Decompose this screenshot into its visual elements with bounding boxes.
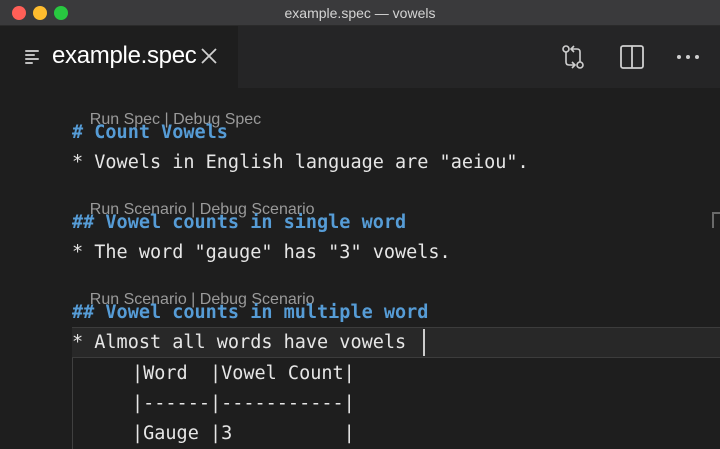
indent-guide [72, 358, 73, 449]
close-icon[interactable] [199, 46, 219, 66]
table-row[interactable]: |Gauge |3 | [132, 423, 355, 444]
lines-icon [25, 50, 41, 64]
scrollbar-marker[interactable] [712, 212, 720, 228]
tab-bar: example.spec [0, 26, 720, 88]
text-cursor [423, 329, 425, 356]
title-bar: example.spec — vowels [0, 0, 720, 26]
window-title: example.spec — vowels [284, 5, 436, 21]
spec-heading[interactable]: # Count Vowels [72, 122, 228, 143]
spec-step[interactable]: * Vowels in English language are "aeiou"… [72, 152, 529, 173]
editor[interactable]: Run Spec | Debug Spec # Count Vowels * V… [0, 88, 720, 449]
tab-label: example.spec [52, 42, 197, 69]
split-editor-icon[interactable] [617, 42, 647, 72]
scenario-step-2[interactable]: * Almost all words have vowels [72, 332, 406, 353]
more-actions-icon[interactable] [673, 42, 703, 72]
scenario-heading-1[interactable]: ## Vowel counts in single word [72, 212, 406, 233]
table-row[interactable]: |Word |Vowel Count| [132, 363, 355, 384]
tab-example-spec[interactable]: example.spec [0, 26, 238, 88]
scenario-heading-2[interactable]: ## Vowel counts in multiple word [72, 302, 428, 323]
compare-changes-icon[interactable] [558, 42, 588, 72]
scenario-step-1[interactable]: * The word "gauge" has "3" vowels. [72, 242, 451, 263]
table-row[interactable]: |------|-----------| [132, 393, 355, 414]
